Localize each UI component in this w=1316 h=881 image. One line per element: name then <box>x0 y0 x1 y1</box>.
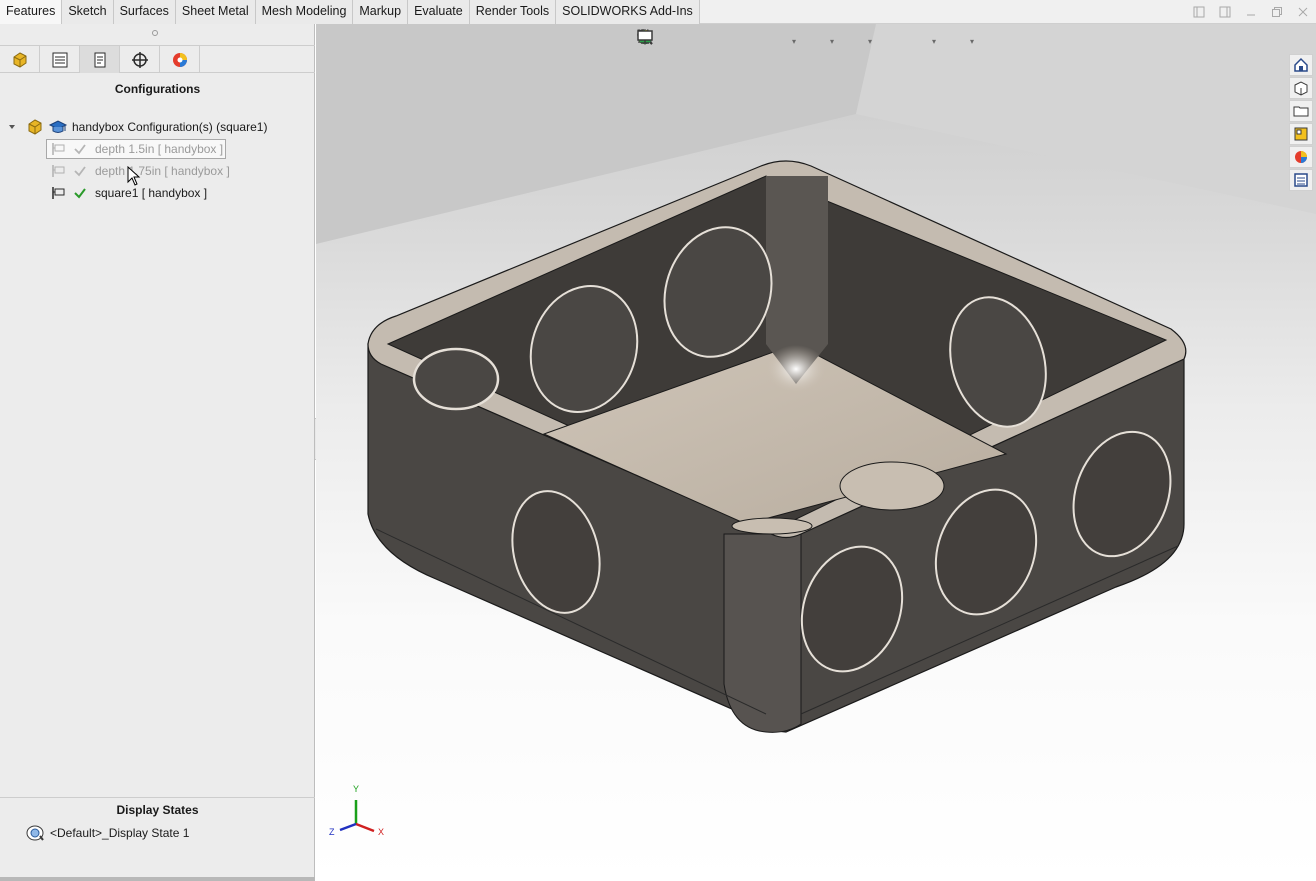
triad-y-label: Y <box>353 784 359 794</box>
tab-markup[interactable]: Markup <box>353 0 409 24</box>
configuration-label: square1 [ handybox ] <box>95 186 208 200</box>
triad-x-axis <box>355 822 375 833</box>
configuration-label: depth 1.75in [ handybox ] <box>95 164 230 178</box>
dropdown-arrow-icon[interactable]: ▾ <box>970 37 978 46</box>
tab-render-tools[interactable]: Render Tools <box>469 0 557 24</box>
floor-knockout <box>839 461 945 511</box>
heads-up-view-toolbar: ▾ ▾ ▾ ▾ ▾ <box>636 28 978 54</box>
collapse-chevron-icon[interactable] <box>6 123 18 131</box>
close-icon[interactable] <box>1290 0 1316 24</box>
design-library-icon[interactable] <box>1289 77 1313 99</box>
configuration-manager-panel: Configurations handybox Configuration(s)… <box>0 24 315 881</box>
tab-solidworks-add-ins[interactable]: SOLIDWORKS Add-Ins <box>556 0 700 24</box>
triad-z-axis <box>339 822 357 832</box>
previous-view-icon[interactable] <box>638 30 710 52</box>
appearance-icon <box>172 52 187 67</box>
display-state-icon <box>25 824 45 842</box>
command-manager-tabs: Features Sketch Surfaces Sheet Metal Mes… <box>0 0 1316 24</box>
feature-manager-tab[interactable] <box>0 46 40 73</box>
manager-tabs <box>0 45 315 73</box>
panel-scroll-strip[interactable] <box>0 877 315 881</box>
display-states-divider <box>0 797 315 798</box>
active-check-icon <box>73 186 87 200</box>
dropdown-arrow-icon[interactable]: ▾ <box>932 37 940 46</box>
configuration-item[interactable]: depth 1.5in [ handybox ] <box>46 138 227 160</box>
tree-root-row[interactable]: handybox Configuration(s) (square1) <box>6 116 267 138</box>
apply-scene-icon[interactable] <box>638 30 928 52</box>
inactive-check-icon <box>73 164 87 178</box>
tab-features[interactable]: Features <box>0 0 63 24</box>
root-configuration-label: handybox Configuration(s) (square1) <box>72 120 268 134</box>
display-manager-tab[interactable] <box>160 46 200 73</box>
display-style-icon[interactable] <box>638 30 826 52</box>
configurations-heading: Configurations <box>114 82 201 96</box>
window-controls <box>1186 0 1316 24</box>
mouse-cursor-icon <box>127 166 141 186</box>
tab-sketch[interactable]: Sketch <box>62 0 114 24</box>
solidworks-resources-icon[interactable] <box>1289 54 1313 76</box>
dropdown-arrow-icon[interactable]: ▾ <box>792 37 800 46</box>
configuration-icon <box>49 185 67 201</box>
configuration-icon <box>49 163 67 179</box>
view-orientation-icon[interactable] <box>638 30 788 52</box>
configuration-label: depth 1.5in [ handybox ] <box>95 142 224 156</box>
triad-x-label: X <box>378 827 384 837</box>
dropdown-arrow-icon[interactable]: ▾ <box>830 37 838 46</box>
edit-appearance-icon[interactable] <box>638 30 902 52</box>
knockout-hole <box>412 347 500 411</box>
section-view-icon[interactable] <box>638 30 736 52</box>
display-state-item[interactable]: <Default>_Display State 1 <box>25 822 189 844</box>
configuration-icon <box>49 141 67 157</box>
hide-show-items-icon[interactable] <box>641 30 864 52</box>
tab-evaluate[interactable]: Evaluate <box>408 0 470 24</box>
display-states-heading: Display States <box>116 803 199 817</box>
tab-surfaces[interactable]: Surfaces <box>113 0 176 24</box>
dimxpert-manager-tab[interactable] <box>120 46 160 73</box>
dropdown-arrow-icon[interactable]: ▾ <box>868 37 876 46</box>
tab-mesh-modeling[interactable]: Mesh Modeling <box>255 0 354 24</box>
inactive-check-icon <box>73 142 87 156</box>
tile-right-icon[interactable] <box>1212 0 1238 24</box>
view-triad[interactable]: Y X Z <box>329 784 384 837</box>
view-palette-icon[interactable] <box>1289 123 1313 145</box>
corner-highlight <box>766 345 826 393</box>
property-manager-tab[interactable] <box>40 46 80 73</box>
configuration-manager-tab[interactable] <box>80 46 120 73</box>
dimxpert-icon <box>131 51 148 68</box>
file-explorer-icon[interactable] <box>1289 100 1313 122</box>
floor-knockout <box>731 517 813 535</box>
display-state-label: <Default>_Display State 1 <box>50 826 190 840</box>
dynamic-annotation-icon[interactable] <box>638 30 762 52</box>
part-icon <box>26 118 44 136</box>
tab-sheet-metal[interactable]: Sheet Metal <box>175 0 256 24</box>
restore-icon[interactable] <box>1264 0 1290 24</box>
model-view: Y X Z <box>316 24 1316 837</box>
panel-grip-icon[interactable] <box>152 30 158 36</box>
zoom-to-area-icon[interactable] <box>637 29 684 52</box>
tile-left-icon[interactable] <box>1186 0 1212 24</box>
feature-manager-icon <box>13 51 26 68</box>
custom-properties-icon[interactable] <box>1289 169 1313 191</box>
box-front-corner <box>723 533 802 733</box>
configuration-publisher-icon <box>48 118 68 136</box>
configuration-selection-box: depth 1.5in [ handybox ] <box>46 139 227 159</box>
minimize-icon[interactable] <box>1238 0 1264 24</box>
view-settings-icon[interactable] <box>637 30 966 52</box>
triad-z-label: Z <box>329 827 335 837</box>
task-pane-tabs <box>1289 54 1315 191</box>
configuration-manager-icon <box>94 52 105 67</box>
property-manager-icon <box>52 52 67 67</box>
appearances-scenes-icon[interactable] <box>1289 146 1313 168</box>
graphics-area[interactable]: Y X Z ▾ ▾ ▾ ▾ ▾ <box>316 24 1316 881</box>
